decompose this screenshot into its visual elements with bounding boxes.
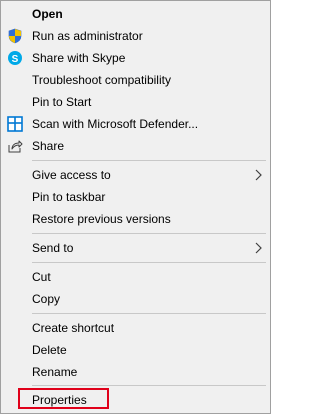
menu-item-rename[interactable]: Rename (1, 361, 270, 383)
menu-item-label: Restore previous versions (32, 212, 171, 226)
menu-item-troubleshoot-compatibility[interactable]: Troubleshoot compatibility (1, 69, 270, 91)
menu-item-restore-previous-versions[interactable]: Restore previous versions (1, 208, 270, 230)
menu-item-share-with-skype[interactable]: S Share with Skype (1, 47, 270, 69)
chevron-right-icon (255, 242, 263, 254)
menu-item-label: Scan with Microsoft Defender... (32, 117, 199, 131)
menu-item-scan-with-defender[interactable]: Scan with Microsoft Defender... (1, 113, 270, 135)
menu-item-label: Run as administrator (32, 29, 143, 43)
menu-item-run-as-administrator[interactable]: Run as administrator (1, 25, 270, 47)
menu-item-label: Send to (32, 241, 74, 255)
menu-item-label: Pin to Start (32, 95, 92, 109)
menu-separator (32, 313, 266, 314)
menu-item-open[interactable]: Open (1, 3, 270, 25)
menu-item-label: Rename (32, 365, 78, 379)
menu-separator (32, 385, 266, 386)
menu-item-label: Copy (32, 292, 61, 306)
defender-icon (7, 116, 23, 132)
menu-item-label: Delete (32, 343, 67, 357)
properties-highlight-box (18, 388, 109, 409)
chevron-right-icon (255, 169, 263, 181)
menu-item-label: Give access to (32, 168, 111, 182)
shield-icon (7, 28, 23, 44)
menu-item-send-to[interactable]: Send to (1, 237, 270, 259)
menu-item-label: Share (32, 139, 65, 153)
menu-item-label: Create shortcut (32, 321, 115, 335)
menu-item-label: Open (32, 7, 63, 21)
share-icon (7, 138, 23, 154)
menu-item-create-shortcut[interactable]: Create shortcut (1, 317, 270, 339)
svg-text:S: S (12, 54, 19, 65)
menu-separator (32, 262, 266, 263)
menu-item-label: Troubleshoot compatibility (32, 73, 171, 87)
menu-item-give-access-to[interactable]: Give access to (1, 164, 270, 186)
menu-item-pin-to-taskbar[interactable]: Pin to taskbar (1, 186, 270, 208)
menu-item-delete[interactable]: Delete (1, 339, 270, 361)
context-menu: Open Run as administrator S Share with S… (0, 0, 271, 414)
menu-separator (32, 160, 266, 161)
menu-item-copy[interactable]: Copy (1, 288, 270, 310)
menu-separator (32, 233, 266, 234)
menu-item-cut[interactable]: Cut (1, 266, 270, 288)
menu-item-share[interactable]: Share (1, 135, 270, 157)
menu-item-label: Cut (32, 270, 51, 284)
menu-item-label: Pin to taskbar (32, 190, 106, 204)
menu-item-pin-to-start[interactable]: Pin to Start (1, 91, 270, 113)
menu-item-label: Share with Skype (32, 51, 126, 65)
skype-icon: S (7, 50, 23, 66)
